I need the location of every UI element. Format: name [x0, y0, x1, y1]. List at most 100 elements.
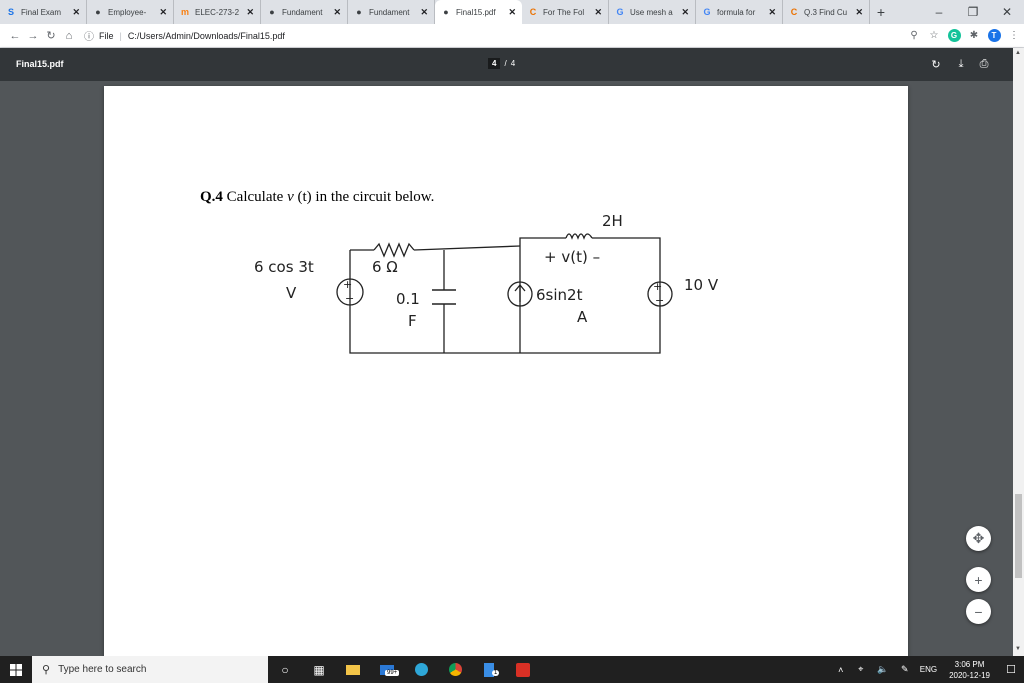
restore-icon[interactable]: ❐ [956, 0, 990, 24]
close-tab-icon[interactable]: ✕ [72, 7, 80, 18]
voltage-source-minus: − [345, 292, 354, 305]
question-argument: (t) [297, 189, 312, 205]
tab-2[interactable]: ● Employee- ✕ [87, 0, 174, 24]
fit-page-icon[interactable]: ✥ [966, 526, 991, 551]
voltage-source-label: 6 cos 3t [254, 258, 314, 276]
scroll-down-icon[interactable]: ▼ [1015, 646, 1021, 652]
zoom-icon[interactable]: ⚲ [904, 26, 924, 46]
scrollbar-thumb[interactable] [1015, 494, 1022, 578]
pdf-toolbar: Final15.pdf 4 / 4 ↻ ⤓ ⎙ [0, 48, 1024, 81]
volume-icon[interactable]: 🔈 [872, 656, 894, 683]
browser-toolbar: ← → ↻ ⌂ ⓘ File | C:/Users/Admin/Download… [0, 24, 1024, 48]
print-icon[interactable]: ⎙ [977, 57, 991, 71]
clock[interactable]: 3:06 PM 2020-12-19 [949, 659, 990, 681]
s-letter-icon: S [7, 7, 14, 17]
google-icon: G [616, 7, 624, 17]
chegg-icon: C [529, 7, 537, 17]
profile-initial: T [987, 29, 1001, 42]
grammarly-icon[interactable]: G [944, 26, 964, 46]
tab-title: ELEC-273-2 [195, 7, 240, 17]
app-badge: 1 [492, 670, 500, 676]
zoom-out-button[interactable]: − [966, 599, 991, 624]
profile-avatar[interactable]: T [984, 26, 1004, 46]
close-tab-icon[interactable]: ✕ [420, 7, 428, 18]
address-bar[interactable]: ⓘ File | C:/Users/Admin/Downloads/Final1… [84, 25, 898, 46]
tab-title: Q.3 Find Cu [804, 7, 848, 17]
tab-1[interactable]: S Final Exam ✕ [0, 0, 87, 24]
task-view-icon[interactable]: ▦ [302, 656, 336, 683]
tray-expand-icon[interactable]: ˄ [832, 656, 850, 683]
question-tail: in the circuit below. [315, 189, 435, 205]
search-icon: ⚲ [42, 664, 51, 676]
voltage-vt-label: + v(t) – [544, 248, 600, 266]
question-number: Q.4 [200, 189, 223, 205]
pdf-viewer[interactable]: Q.4 Calculate v (t) in the circuit below… [0, 81, 1013, 656]
close-tab-icon[interactable]: ✕ [768, 7, 776, 18]
close-tab-icon[interactable]: ✕ [246, 7, 254, 18]
taskbar-search-box[interactable]: ⚲ Type here to search [32, 656, 268, 683]
download-icon[interactable]: ⤓ [954, 57, 968, 71]
globe-icon: ● [269, 7, 275, 17]
notification-icon[interactable]: ☐ [998, 656, 1024, 683]
tab-5[interactable]: ● Fundament ✕ [348, 0, 435, 24]
page-total: 4 [510, 59, 516, 68]
extensions-icon[interactable]: ✱ [964, 26, 984, 46]
close-tab-icon[interactable]: ✕ [855, 7, 863, 18]
taskbar-app-icon[interactable]: 1 [472, 656, 506, 683]
pdf-page: Q.4 Calculate v (t) in the circuit below… [104, 86, 908, 656]
tab-9[interactable]: Gformula for ✕ [696, 0, 783, 24]
menu-kebab-icon[interactable]: ⋮ [1004, 26, 1024, 46]
tab-title: Employee- [108, 7, 147, 17]
tab-7[interactable]: C For The Fol ✕ [522, 0, 609, 24]
capacitor-symbol [432, 289, 456, 305]
language-indicator[interactable]: ENG [920, 665, 937, 674]
chrome-icon[interactable] [438, 656, 472, 683]
google-icon: G [703, 7, 711, 17]
search-placeholder: Type here to search [58, 664, 147, 675]
question-variable: v [287, 189, 294, 205]
acrobat-icon[interactable] [506, 656, 540, 683]
close-tab-icon[interactable]: ✕ [681, 7, 689, 18]
close-tab-icon[interactable]: ✕ [508, 7, 516, 18]
cortana-icon[interactable]: ○ [268, 656, 302, 683]
scroll-up-icon[interactable]: ▲ [1015, 50, 1021, 56]
close-tab-icon[interactable]: ✕ [594, 7, 602, 18]
windows-start-icon[interactable] [0, 656, 32, 683]
window-controls: – ❐ ✕ [922, 0, 1024, 24]
tab-title: Use mesh a [630, 7, 673, 17]
minimize-icon[interactable]: – [922, 0, 956, 24]
circuit-wire-top-mid [413, 245, 521, 251]
resistor-label: 6 Ω [372, 258, 398, 276]
edge-icon[interactable] [404, 656, 438, 683]
mail-icon[interactable]: 99+ [370, 656, 404, 683]
voltage-source-unit: V [286, 284, 297, 302]
rotate-icon[interactable]: ↻ [929, 57, 943, 71]
back-icon[interactable]: ← [6, 26, 24, 46]
tab-10[interactable]: C Q.3 Find Cu ✕ [783, 0, 870, 24]
question-lead: Calculate [226, 189, 284, 205]
tab-4[interactable]: ● Fundament ✕ [261, 0, 348, 24]
address-separator: | [119, 30, 122, 41]
close-tab-icon[interactable]: ✕ [333, 7, 341, 18]
zoom-in-button[interactable]: + [966, 567, 991, 592]
home-icon[interactable]: ⌂ [60, 26, 78, 46]
pen-icon[interactable]: ✎ [894, 656, 916, 683]
vertical-scrollbar[interactable]: ▲ ▼ [1013, 48, 1024, 656]
info-icon[interactable]: ⓘ [84, 28, 94, 43]
reload-icon[interactable]: ↻ [42, 26, 60, 46]
tab-3[interactable]: m ELEC-273-2 ✕ [174, 0, 261, 24]
dc-source-minus: − [655, 294, 664, 307]
page-number-input[interactable]: 4 [488, 58, 501, 69]
dc-source-label: 10 V [684, 276, 719, 294]
close-window-icon[interactable]: ✕ [990, 0, 1024, 24]
inductor-label: 2H [602, 212, 623, 230]
tab-6[interactable]: ● Final15.pdf ✕ [435, 0, 522, 24]
globe-icon: ● [443, 7, 449, 17]
tab-8[interactable]: G Use mesh a ✕ [609, 0, 696, 24]
network-icon[interactable]: ⌖ [850, 656, 872, 683]
close-tab-icon[interactable]: ✕ [159, 7, 167, 18]
new-tab-button[interactable]: + [870, 0, 892, 24]
file-explorer-icon[interactable] [336, 656, 370, 683]
forward-icon[interactable]: → [24, 26, 42, 46]
bookmark-star-icon[interactable]: ☆ [924, 26, 944, 46]
